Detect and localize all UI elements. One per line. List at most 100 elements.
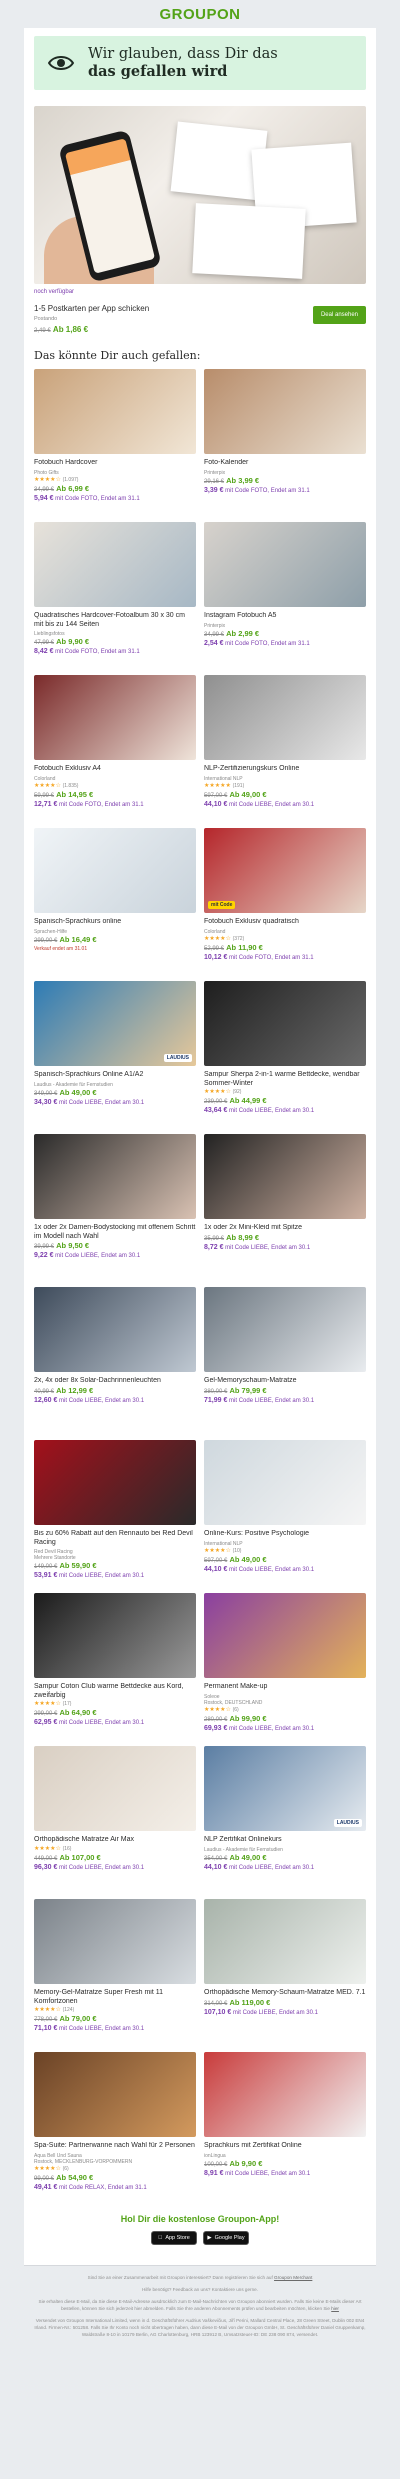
deal-image[interactable]	[34, 1746, 196, 1831]
deal-title[interactable]: Sprachkurs mit Zertifikat Online	[204, 2142, 366, 2151]
merchant-link[interactable]: Groupon Merchant	[274, 2275, 312, 2280]
deal-image[interactable]	[204, 981, 366, 1066]
deal-title[interactable]: Fotobuch Hardcover	[34, 459, 196, 468]
code-price: 44,10 € mit Code LIEBE, Endet am 30.1	[204, 801, 366, 809]
deal-image[interactable]: LAUDIUS	[34, 981, 196, 1066]
deal-image[interactable]	[34, 1899, 196, 1984]
deal-title[interactable]: Quadratisches Hardcover-Fotoalbum 30 x 3…	[34, 612, 196, 629]
code-price-text: mit Code FOTO, Endet am 31.1	[229, 954, 314, 961]
deal-image[interactable]: mit Code	[204, 828, 366, 913]
new-price: Ab 14,95 €	[56, 789, 94, 799]
deal-image[interactable]: LAUDIUS	[204, 1746, 366, 1831]
code-price: 10,12 € mit Code FOTO, Endet am 31.1	[204, 954, 366, 962]
deal-image[interactable]	[204, 522, 366, 607]
deal-card[interactable]: mit Code Fotobuch Exklusiv quadratisch Col…	[204, 828, 366, 972]
code-price: 71,99 € mit Code LIEBE, Endet am 30.1	[204, 1397, 366, 1405]
deal-image[interactable]	[34, 1287, 196, 1372]
deal-card[interactable]: Gel-Memoryschaum-Matratze 380,00 € Ab 79,…	[204, 1287, 366, 1431]
deal-card[interactable]: Spanisch-Sprachkurs online Sprachen-Hilfe…	[34, 828, 196, 972]
deal-image[interactable]	[204, 1134, 366, 1219]
deal-title[interactable]: Sampur Sherpa 2-in-1 warme Bettdecke, we…	[204, 1071, 366, 1088]
deal-title[interactable]: Spa-Suite: Partnerwanne nach Wahl für 2 …	[34, 2142, 196, 2151]
deal-title[interactable]: Foto-Kalender	[204, 459, 366, 468]
deal-title[interactable]: Instagram Fotobuch A5	[204, 612, 366, 621]
code-price-value: 10,12 €	[204, 953, 228, 961]
deal-title[interactable]: 2x, 4x oder 8x Solar-Dachrinnenleuchten	[34, 1377, 196, 1386]
deal-title[interactable]: NLP-Zertifizierungskurs Online	[204, 765, 366, 774]
deal-image[interactable]	[34, 675, 196, 760]
deal-title[interactable]: Gel-Memoryschaum-Matratze	[204, 1377, 366, 1386]
deal-card[interactable]: Foto-Kalender Printerpix 29,16 € Ab 3,99 €…	[204, 369, 366, 513]
deal-title[interactable]: Orthopädische Matratze Air Max	[34, 1836, 196, 1845]
hero-deal-image[interactable]	[34, 106, 366, 284]
deal-title[interactable]: Memory-Gel-Matratze Super Fresh mit 11 K…	[34, 1989, 196, 2006]
deal-image[interactable]	[34, 828, 196, 913]
deal-image[interactable]	[204, 1593, 366, 1678]
deal-card[interactable]: Sampur Sherpa 2-in-1 warme Bettdecke, we…	[204, 981, 366, 1125]
deal-card[interactable]: Fotobuch Exklusiv A4 Colorland ★★★★☆ (1.83…	[34, 675, 196, 819]
deal-title[interactable]: Fotobuch Exklusiv quadratisch	[204, 918, 366, 927]
code-price: 5,94 € mit Code FOTO, Endet am 31.1	[34, 495, 196, 503]
google-play-button[interactable]: ▶ Google Play	[203, 2231, 249, 2245]
app-promo-title: Hol Dir die kostenlose Groupon-App!	[120, 2214, 280, 2224]
deal-title[interactable]: Spanisch-Sprachkurs Online A1/A2	[34, 1071, 196, 1080]
deal-image[interactable]	[204, 2052, 366, 2137]
deal-card[interactable]: Sprachkurs mit Zertifikat Online ionLingu…	[204, 2052, 366, 2196]
code-price-value: 71,10 €	[34, 2025, 58, 2032]
deal-title[interactable]: NLP Zertifikat Onlinekurs	[204, 1836, 366, 1845]
deal-title[interactable]: Sampur Coton Club warme Bettdecke aus Ko…	[34, 1683, 196, 1700]
deal-image[interactable]	[204, 1287, 366, 1372]
deal-card[interactable]: LAUDIUS Spanisch-Sprachkurs Online A1/A2 L…	[34, 981, 196, 1125]
deal-card[interactable]: Instagram Fotobuch A5 Printerpix 34,99 € A…	[204, 522, 366, 666]
here-link[interactable]: hier	[331, 2306, 339, 2311]
star-icons: ★★★★☆	[204, 935, 231, 942]
star-icons: ★★★★☆	[204, 1706, 231, 1713]
deal-image[interactable]	[34, 522, 196, 607]
deal-title[interactable]: Bis zu 60% Rabatt auf den Rennauto bei R…	[34, 1530, 196, 1547]
deal-card[interactable]: Memory-Gel-Matratze Super Fresh mit 11 K…	[34, 1899, 196, 2043]
deal-card[interactable]: 1x oder 2x Damen-Bodystocking mit offene…	[34, 1134, 196, 1278]
deal-image[interactable]	[204, 1440, 366, 1525]
deal-card[interactable]: Fotobuch Hardcover Photo Gifts ★★★★☆ (1.09…	[34, 369, 196, 513]
app-store-button[interactable]:  App Store	[151, 2231, 197, 2245]
deal-price: 280,00 € Ab 99,90 €	[204, 1714, 366, 1725]
deal-card[interactable]: 2x, 4x oder 8x Solar-Dachrinnenleuchten 4…	[34, 1287, 196, 1431]
deal-card[interactable]: Online-Kurs: Positive Psychologie Interna…	[204, 1440, 366, 1584]
deal-image[interactable]	[34, 1440, 196, 1525]
deal-title[interactable]: 1x oder 2x Damen-Bodystocking mit offene…	[34, 1224, 196, 1241]
old-price: 39,99 €	[34, 1244, 55, 1250]
deal-card[interactable]: Permanent Make-up Soleoe Rostock, DEUTSCH…	[204, 1593, 366, 1737]
code-price-text: mit Code FOTO, Endet am 31.1	[225, 640, 310, 647]
deal-card[interactable]: Orthopädische Memory-Schaum-Matratze MED…	[204, 1899, 366, 2043]
deal-card[interactable]: Sampur Coton Club warme Bettdecke aus Ko…	[34, 1593, 196, 1737]
deal-title[interactable]: 1x oder 2x Mini-Kleid mit Spitze	[204, 1224, 366, 1233]
deal-image[interactable]	[34, 2052, 196, 2137]
banner-line-2: das gefallen wird	[88, 63, 228, 80]
deal-card[interactable]: Bis zu 60% Rabatt auf den Rennauto bei R…	[34, 1440, 196, 1584]
deal-card[interactable]: Quadratisches Hardcover-Fotoalbum 30 x 3…	[34, 522, 196, 666]
deal-image[interactable]	[34, 1134, 196, 1219]
deal-card[interactable]: LAUDIUS NLP Zertifikat Onlinekurs Laudius …	[204, 1746, 366, 1890]
deal-title[interactable]: Fotobuch Exklusiv A4	[34, 765, 196, 774]
deal-card[interactable]: NLP-Zertifizierungskurs Online Internatio…	[204, 675, 366, 819]
hero-new-price: Ab 1,86 €	[52, 325, 89, 334]
new-price: Ab 8,99 €	[226, 1232, 260, 1242]
new-price: Ab 79,00 €	[59, 2014, 97, 2023]
email-card: Wir glauben, dass Dir das das gefallen w…	[24, 28, 376, 2265]
deal-title[interactable]: Orthopädische Memory-Schaum-Matratze MED…	[204, 1989, 366, 1998]
deal-image[interactable]	[34, 369, 196, 454]
deal-card[interactable]: Spa-Suite: Partnerwanne nach Wahl für 2 …	[34, 2052, 196, 2196]
deal-image[interactable]	[204, 675, 366, 760]
deal-title[interactable]: Online-Kurs: Positive Psychologie	[204, 1530, 366, 1539]
view-deal-button[interactable]: Deal ansehen	[312, 306, 366, 324]
deal-image[interactable]	[204, 1899, 366, 1984]
deal-title[interactable]: Spanisch-Sprachkurs online	[34, 918, 196, 927]
deal-price: 239,00 € Ab 44,99 €	[204, 1096, 366, 1107]
deal-card[interactable]: Orthopädische Matratze Air Max ★★★★☆ (16)…	[34, 1746, 196, 1890]
deal-card[interactable]: 1x oder 2x Mini-Kleid mit Spitze 35,99 € …	[204, 1134, 366, 1278]
deal-image[interactable]	[204, 369, 366, 454]
deal-image[interactable]	[34, 1593, 196, 1678]
groupon-logo[interactable]: GROUPON	[159, 6, 240, 23]
rating-stars: ★★★★☆ (1.835)	[34, 782, 196, 790]
deal-title[interactable]: Permanent Make-up	[204, 1683, 366, 1692]
